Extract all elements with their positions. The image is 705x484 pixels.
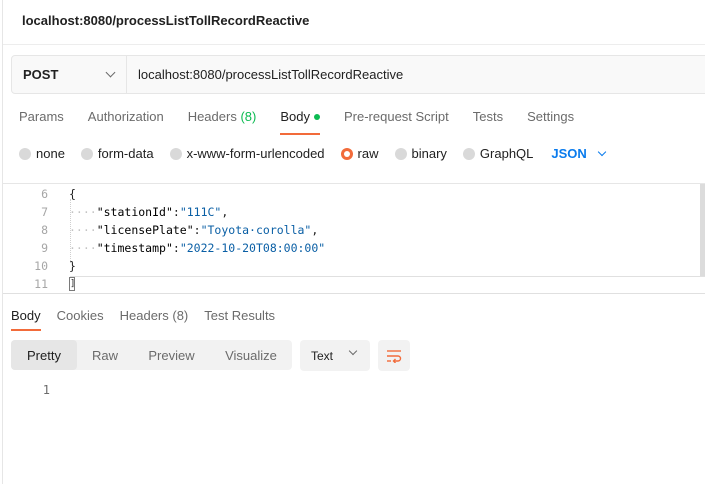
json-separator: :	[193, 223, 201, 237]
indent-marker: ····	[69, 241, 97, 255]
json-value: "Toyota·corolla"	[200, 223, 312, 237]
format-select[interactable]: JSON	[551, 146, 607, 161]
url-input[interactable]: localhost:8080/processListTollRecordReac…	[127, 67, 403, 82]
body-type-raw[interactable]: raw	[340, 146, 379, 161]
radio-graphql[interactable]	[462, 147, 475, 160]
response-tab-cookies[interactable]: Cookies	[57, 308, 104, 328]
wrap-lines-button[interactable]	[378, 340, 410, 371]
body-editor[interactable]: 6 { 7 ····"stationId":"111C", 8 ····"lic…	[3, 184, 705, 294]
response-view-toggle: Pretty Raw Preview Visualize	[11, 340, 292, 370]
json-key: "licensePlate"	[96, 223, 194, 237]
body-type-form-data[interactable]: form-data	[80, 146, 154, 161]
format-label: JSON	[551, 146, 587, 161]
request-bar: POST localhost:8080/processListTollRecor…	[11, 55, 705, 94]
code-text: ]	[69, 275, 75, 293]
line-number: 9	[41, 241, 48, 255]
json-key: "stationId"	[96, 205, 173, 219]
body-type-graphql-label: GraphQL	[479, 146, 534, 161]
body-type-form-data-label: form-data	[97, 146, 154, 161]
tab-authorization[interactable]: Authorization	[88, 109, 164, 131]
json-comma: ,	[221, 205, 229, 219]
response-tab-test-results[interactable]: Test Results	[204, 308, 275, 328]
request-title: localhost:8080/processListTollRecordReac…	[22, 13, 310, 28]
view-pretty-button[interactable]: Pretty	[11, 340, 77, 370]
body-type-urlencoded[interactable]: x-www-form-urlencoded	[169, 146, 325, 161]
tab-params[interactable]: Params	[19, 109, 64, 131]
chevron-down-icon	[105, 67, 116, 78]
editor-line: 8 ····"licensePlate":"Toyota·corolla",	[3, 221, 705, 239]
request-tabs: Params Authorization Headers (8) Body Pr…	[19, 109, 598, 135]
json-comma: ,	[311, 223, 319, 237]
editor-line: 6 {	[3, 185, 705, 203]
view-raw-button[interactable]: Raw	[77, 340, 133, 370]
wrap-lines-icon	[387, 349, 402, 363]
editor-line: 9 ····"timestamp":"2022-10-20T08:00:00"	[3, 239, 705, 257]
body-type-raw-label: raw	[357, 146, 379, 161]
tab-body-label: Body	[280, 109, 310, 124]
response-tabs: Body Cookies Headers (8) Test Results	[11, 308, 291, 331]
body-type-urlencoded-label: x-www-form-urlencoded	[186, 146, 325, 161]
editor-scrollbar[interactable]	[700, 184, 705, 276]
chevron-down-icon	[348, 346, 358, 356]
view-visualize-button[interactable]: Visualize	[210, 340, 292, 370]
json-value: "2022-10-20T08:00:00"	[179, 241, 326, 255]
radio-binary[interactable]	[394, 147, 407, 160]
body-type-none[interactable]: none	[19, 146, 65, 161]
body-type-binary-label: binary	[411, 146, 447, 161]
line-number: 8	[41, 223, 48, 237]
tab-headers-label: Headers	[187, 109, 237, 124]
response-tab-headers[interactable]: Headers (8)	[120, 308, 189, 328]
text-cursor: ]	[69, 276, 76, 291]
radio-form-data[interactable]	[80, 147, 93, 160]
line-number: 11	[34, 277, 48, 291]
response-format-label: Text	[311, 348, 334, 363]
title-divider	[3, 44, 705, 45]
tab-pre-request-script[interactable]: Pre-request Script	[344, 109, 449, 131]
response-format-select[interactable]: Text	[300, 340, 370, 371]
tab-tests[interactable]: Tests	[473, 109, 503, 131]
tab-body[interactable]: Body	[280, 109, 320, 135]
radio-urlencoded[interactable]	[169, 147, 182, 160]
code-text: ····"timestamp":"2022-10-20T08:00:00"	[69, 239, 325, 257]
json-separator: :	[172, 241, 180, 255]
response-line-number: 1	[42, 383, 50, 397]
response-tab-body[interactable]: Body	[11, 308, 41, 331]
indent-guide	[70, 199, 71, 263]
body-type-selector: none form-data x-www-form-urlencoded raw…	[19, 146, 607, 161]
body-type-none-label: none	[36, 146, 65, 161]
tab-settings[interactable]: Settings	[527, 109, 574, 131]
radio-raw[interactable]	[340, 147, 353, 160]
body-type-binary[interactable]: binary	[394, 146, 447, 161]
editor-line: 10 }	[3, 257, 705, 275]
headers-count: (8)	[240, 109, 257, 124]
line-number: 7	[41, 205, 48, 219]
editor-bottom-border	[3, 293, 705, 294]
method-label: POST	[23, 67, 59, 82]
json-key: "timestamp"	[96, 241, 173, 255]
editor-line: 7 ····"stationId":"111C",	[3, 203, 705, 221]
json-value: "111C"	[179, 205, 222, 219]
line-number: 6	[41, 187, 48, 201]
json-separator: :	[172, 205, 180, 219]
code-text: ····"licensePlate":"Toyota·corolla",	[69, 221, 318, 239]
chevron-down-icon	[597, 147, 607, 156]
code-text: ····"stationId":"111C",	[69, 203, 228, 221]
body-indicator-dot-icon	[313, 113, 320, 120]
radio-none[interactable]	[19, 147, 31, 160]
indent-marker: ····	[69, 205, 97, 219]
body-type-graphql[interactable]: GraphQL	[462, 146, 534, 161]
line-number: 10	[34, 259, 48, 273]
editor-line: 11 ]	[3, 275, 705, 293]
indent-marker: ····	[69, 223, 97, 237]
tab-headers[interactable]: Headers (8)	[188, 109, 257, 131]
method-select[interactable]: POST	[12, 56, 127, 93]
view-preview-button[interactable]: Preview	[133, 340, 210, 370]
editor-scroll-track	[70, 276, 705, 277]
